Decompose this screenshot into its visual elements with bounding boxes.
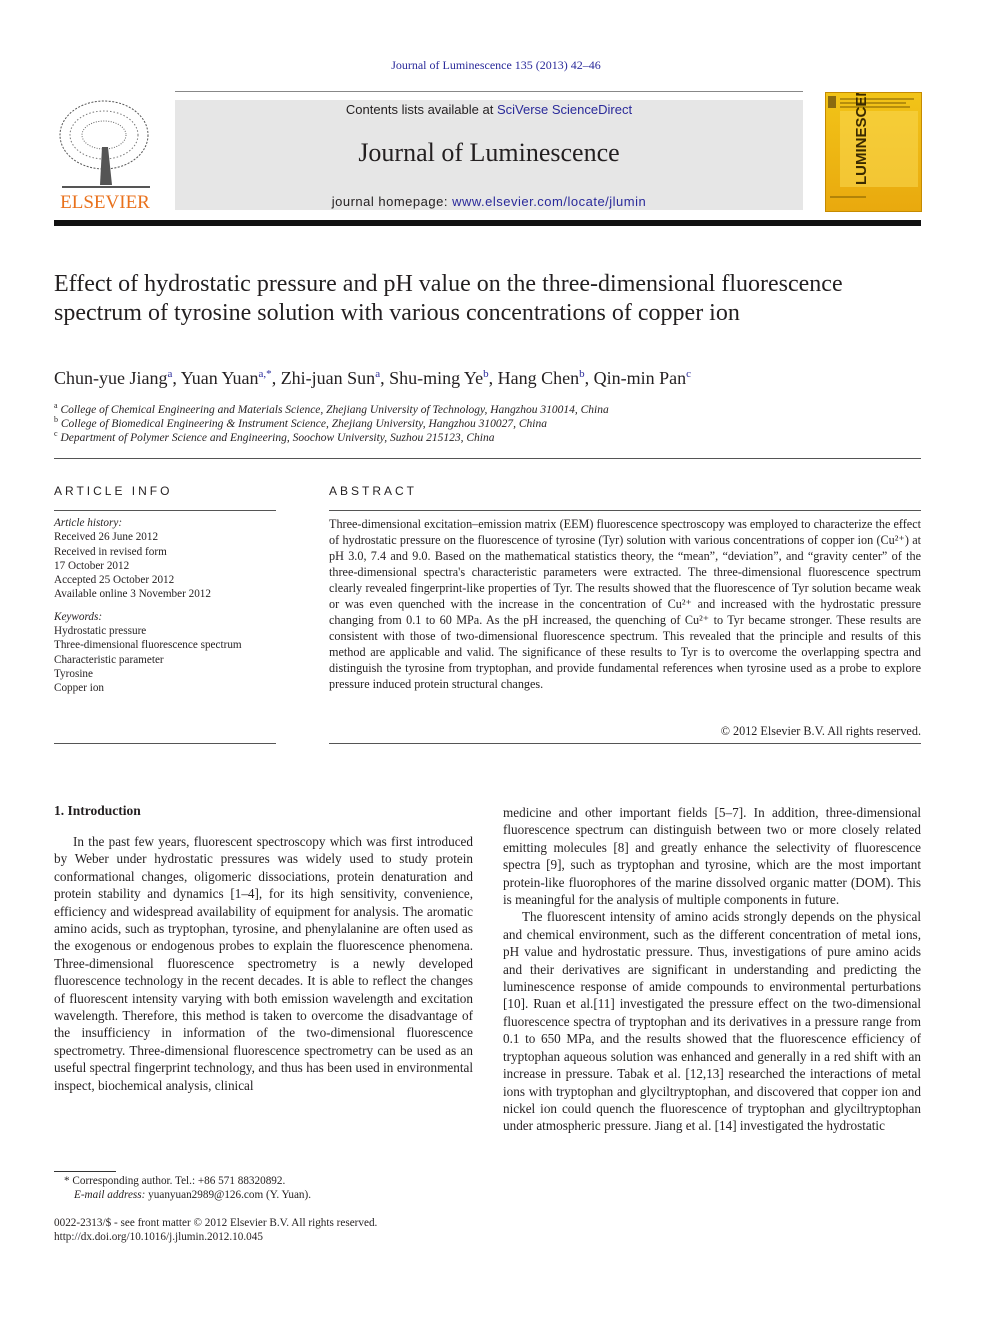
contents-line: Contents lists available at SciVerse Sci… [175, 102, 803, 117]
history-item: Received in revised form [54, 545, 167, 558]
homepage-prefix: journal homepage: [331, 194, 453, 209]
body-column-2: medicine and other important fields [5–7… [503, 804, 921, 1135]
abstract-bottom-rule [329, 743, 921, 744]
homepage-link[interactable]: www.elsevier.com/locate/jlumin [452, 194, 646, 209]
affiliation: a College of Chemical Engineering and Ma… [54, 401, 609, 416]
footnote-rule [54, 1171, 116, 1172]
header-thick-rule [54, 220, 921, 226]
email-label: E-mail address: [74, 1189, 146, 1201]
body-paragraph: The fluorescent intensity of amino acids… [503, 909, 921, 1134]
abstract-copyright: © 2012 Elsevier B.V. All rights reserved… [720, 724, 921, 738]
journal-citation[interactable]: Journal of Luminescence 135 (2013) 42–46 [0, 58, 992, 73]
elsevier-tree-icon: ELSEVIER [59, 100, 150, 213]
affiliation: c Department of Polymer Science and Engi… [54, 429, 495, 444]
author[interactable]: Qin-min Panc [594, 368, 691, 388]
elsevier-logo: ELSEVIER [54, 97, 156, 213]
affiliation-divider [54, 458, 921, 459]
keyword: Characteristic parameter [54, 653, 164, 666]
doi-link[interactable]: http://dx.doi.org/10.1016/j.jlumin.2012.… [54, 1231, 263, 1243]
sciencedirect-link[interactable]: SciVerse ScienceDirect [497, 102, 632, 117]
affiliation: b College of Biomedical Engineering & In… [54, 415, 548, 430]
author-list: Chun-yue Jianga, Yuan Yuana,*, Zhi-juan … [54, 368, 691, 388]
article-info-rule [54, 510, 276, 511]
history-item: 17 October 2012 [54, 559, 130, 572]
keywords-label: Keywords: [54, 610, 103, 623]
abstract-text: Three-dimensional excitation–emission ma… [329, 517, 921, 691]
history-item: Accepted 25 October 2012 [54, 574, 175, 587]
corresponding-author-note: * Corresponding author. Tel.: +86 571 88… [64, 1175, 286, 1187]
abstract-heading: ABSTRACT [329, 484, 418, 498]
author[interactable]: Yuan Yuana,* [181, 368, 272, 388]
homepage-line: journal homepage: www.elsevier.com/locat… [175, 194, 803, 209]
svg-text:LUMINESCENCE: LUMINESCENCE [853, 93, 870, 185]
body-paragraph: medicine and other important fields [5–7… [503, 805, 921, 908]
article-info-heading: ARTICLE INFO [54, 484, 173, 498]
keyword: Three-dimensional fluorescence spectrum [54, 639, 242, 652]
contents-prefix: Contents lists available at [345, 102, 497, 117]
journal-cover-icon: LUMINESCENCE [828, 65, 918, 198]
author[interactable]: Shu-ming Yeb [389, 368, 489, 388]
journal-cover: LUMINESCENCE [825, 65, 922, 212]
section-heading-introduction: 1. Introduction [54, 803, 141, 818]
author[interactable]: Chun-yue Jianga [54, 368, 172, 388]
keyword: Copper ion [54, 682, 105, 695]
history-item: Received 26 June 2012 [54, 531, 159, 544]
author[interactable]: Zhi-juan Suna [281, 368, 380, 388]
article-info: Article history: Received 26 June 2012 R… [54, 516, 276, 696]
issn-line: 0022-2313/$ - see front matter © 2012 El… [54, 1217, 378, 1229]
author[interactable]: Hang Chenb [498, 368, 585, 388]
article-info-bottom-rule [54, 743, 276, 744]
body-paragraph: In the past few years, fluorescent spect… [54, 834, 473, 1093]
svg-text:ELSEVIER: ELSEVIER [60, 192, 150, 211]
article-title: Effect of hydrostatic pressure and pH va… [54, 271, 843, 326]
history-label: Article history: [54, 517, 123, 529]
keyword: Hydrostatic pressure [54, 625, 147, 638]
email-note: E-mail address: yuanyuan2989@126.com (Y.… [74, 1189, 311, 1201]
header-divider [175, 91, 803, 92]
abstract-rule [329, 510, 921, 511]
history-item: Available online 3 November 2012 [54, 588, 211, 601]
email-address[interactable]: yuanyuan2989@126.com (Y. Yuan). [145, 1189, 311, 1201]
keyword: Tyrosine [54, 667, 93, 680]
journal-title: Journal of Luminescence [358, 138, 620, 167]
